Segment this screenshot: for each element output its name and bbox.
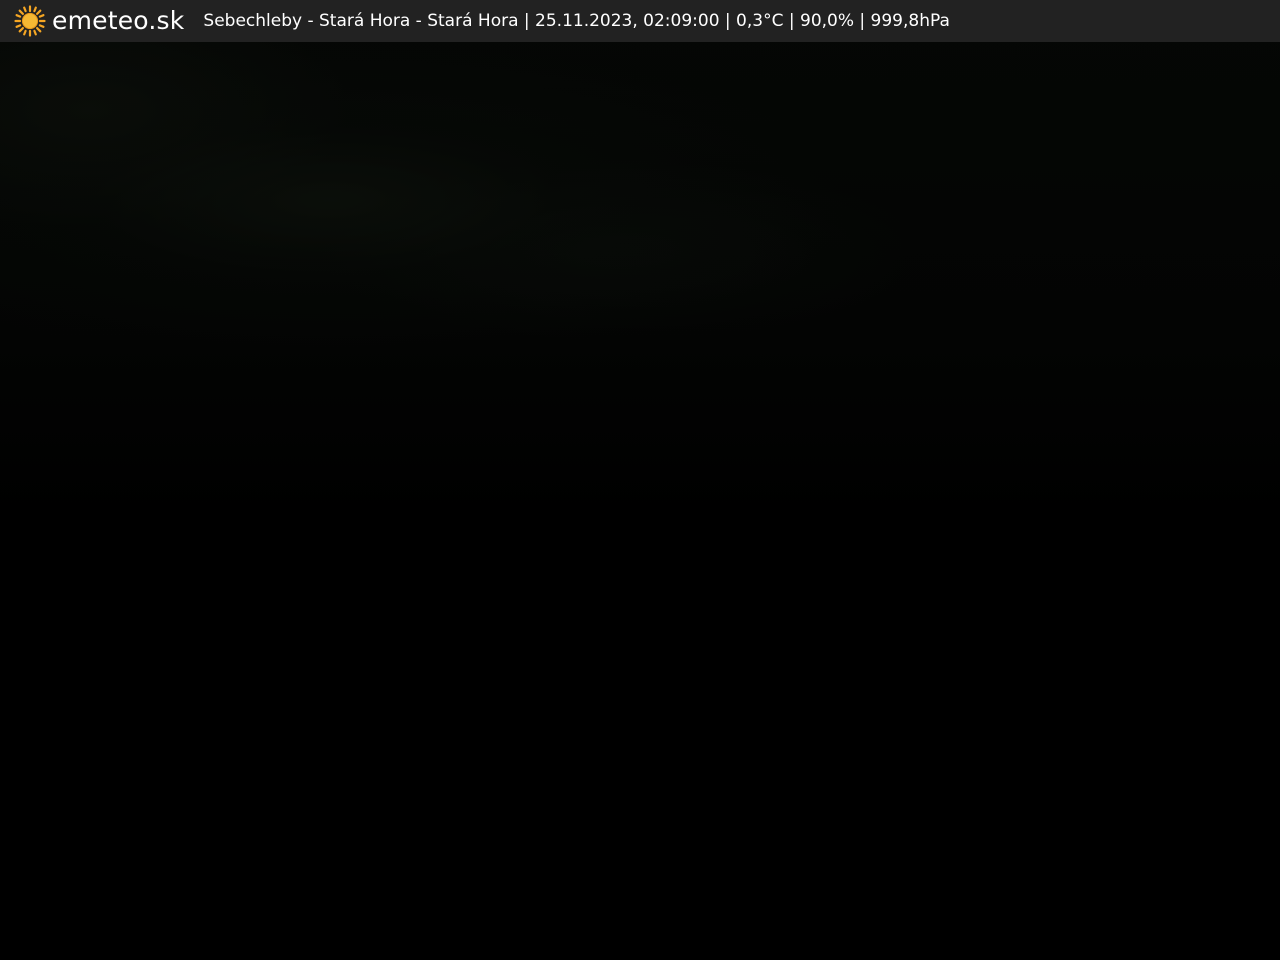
sun-icon bbox=[14, 5, 46, 37]
webcam-caption: Sebechleby - Stará Hora - Stará Hora | 2… bbox=[203, 11, 950, 31]
emeteo-logo: emeteo.sk bbox=[14, 0, 184, 42]
webcam-night-image bbox=[0, 0, 1280, 960]
brand-name: emeteo.sk bbox=[52, 6, 185, 35]
webcam-frame: emeteo.sk Sebechleby - Stará Hora - Star… bbox=[0, 0, 1280, 960]
info-overlay-bar: emeteo.sk Sebechleby - Stará Hora - Star… bbox=[0, 0, 1280, 42]
